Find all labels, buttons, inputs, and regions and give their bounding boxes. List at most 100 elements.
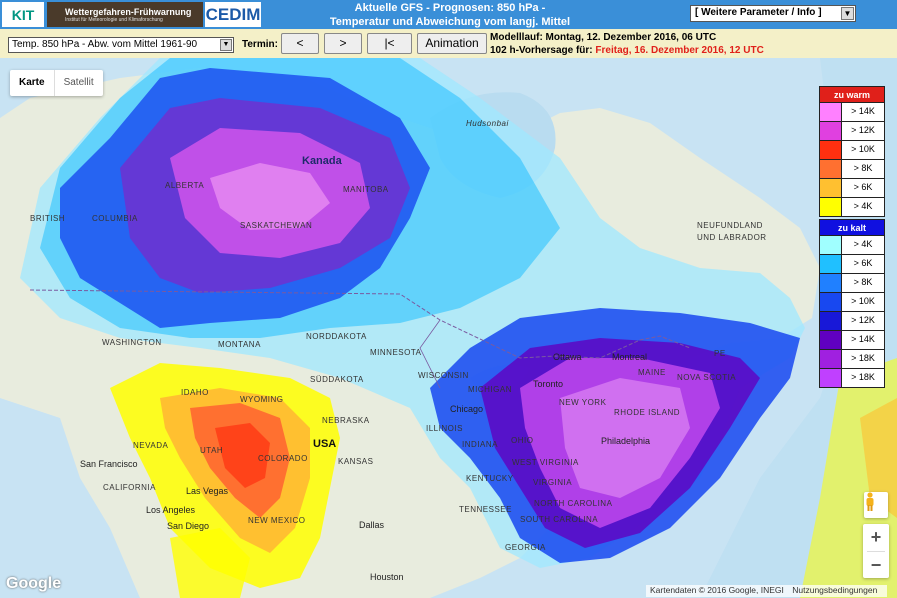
chevron-down-icon[interactable]: ▼	[841, 7, 854, 20]
legend-cold-row: > 10K	[819, 293, 885, 312]
map-label-montana: MONTANA	[218, 340, 261, 349]
legend-cold-row: > 12K	[819, 312, 885, 331]
map-label-saskatchewan: SASKATCHEWAN	[240, 221, 313, 230]
legend-warm-row: > 8K	[819, 160, 885, 179]
legend: zu warm > 14K > 12K > 10K > 8K > 6K > 4K zu k…	[819, 86, 885, 388]
map-label-bc2: COLUMBIA	[92, 214, 138, 223]
first-button[interactable]: |<	[367, 33, 412, 54]
header-bar: KIT Wettergefahren-Frühwarnung Institut …	[0, 0, 897, 29]
legend-warm-swatch	[820, 141, 842, 159]
kit-logo[interactable]: KIT	[2, 2, 44, 27]
attribution-text: Kartendaten © 2016 Google, INEGI	[650, 585, 784, 595]
parameter-select[interactable]: [ Weitere Parameter / Info ] ▼	[690, 5, 856, 22]
animation-button[interactable]: Animation	[417, 33, 487, 54]
map-label-newfoundland2: UND LABRADOR	[697, 233, 767, 242]
legend-warm-swatch	[820, 160, 842, 178]
legend-cold-swatch	[820, 274, 842, 292]
map-label-newmexico: NEW MEXICO	[248, 516, 306, 525]
termin-label: Termin:	[242, 39, 278, 50]
terms-link[interactable]: Nutzungsbedingungen	[792, 585, 877, 595]
legend-cold-row: > 4K	[819, 236, 885, 255]
legend-warm-row: > 14K	[819, 103, 885, 122]
legend-warm-swatch	[820, 198, 842, 216]
legend-warm-label: > 10K	[851, 144, 875, 154]
legend-warm-label: > 12K	[851, 125, 875, 135]
model-run-text: Modelllauf: Montag, 12. Dezember 2016, 0…	[490, 32, 717, 43]
zoom-control: + −	[863, 524, 889, 578]
forecast-text: 102 h-Vorhersage für: Freitag, 16. Dezem…	[490, 45, 764, 56]
map-label-kentucky: KENTUCKY	[466, 474, 514, 483]
map-label-rhodeisland: RHODE ISLAND	[614, 408, 681, 417]
map-label-sanfrancisco: San Francisco	[80, 459, 138, 469]
map-label-hudson: Hudsonbai	[466, 119, 509, 128]
map-label-houston: Houston	[370, 572, 404, 582]
wettergefahren-logo-title: Wettergefahren-Frühwarnung	[65, 6, 192, 17]
map-label-nebraska: NEBRASKA	[322, 416, 370, 425]
kit-logo-text: KIT	[11, 6, 35, 23]
street-view-pegman-icon[interactable]	[864, 492, 888, 518]
google-logo[interactable]: Google	[6, 575, 61, 593]
zoom-in-button[interactable]: +	[863, 524, 889, 551]
toolbar: Temp. 850 hPa - Abw. vom Mittel 1961-90 …	[0, 29, 897, 58]
legend-warm-title: zu warm	[819, 86, 885, 103]
legend-cold-row: > 18K	[819, 369, 885, 388]
legend-cold-label: > 18K	[851, 353, 875, 363]
map-type-control: Karte Satellit	[10, 70, 103, 96]
cedim-logo[interactable]: CEDIM	[205, 2, 261, 27]
map-label-sandiego: San Diego	[167, 521, 210, 531]
map-label-ottawa: Ottawa	[553, 352, 582, 362]
legend-cold-label: > 8K	[853, 277, 873, 287]
map-label-maine: MAINE	[638, 368, 666, 377]
map-label-pe: PE	[714, 349, 726, 358]
zoom-out-button[interactable]: −	[863, 552, 889, 579]
map-type-karte-button[interactable]: Karte	[10, 70, 54, 96]
map-label-montreal: Montreal	[612, 352, 648, 362]
legend-cold-swatch	[820, 312, 842, 330]
pegman-icon	[866, 492, 874, 511]
legend-warm-swatch	[820, 122, 842, 140]
page-title-line2: Temperatur und Abweichung vom langj. Mit…	[329, 16, 571, 28]
legend-warm-label: > 4K	[853, 201, 873, 211]
map-label-california: CALIFORNIA	[103, 483, 157, 492]
legend-warm-list: > 14K > 12K > 10K > 8K > 6K > 4K	[819, 103, 885, 217]
next-button[interactable]: >	[324, 33, 362, 54]
legend-cold-swatch	[820, 350, 842, 368]
map-canvas[interactable]: Kanada USA ALBERTA MANITOBA SASKATCHEWAN…	[0, 58, 897, 598]
legend-warm-row: > 4K	[819, 198, 885, 217]
map-label-northcarolina: NORTH CAROLINA	[534, 499, 613, 508]
map-label-tennessee: TENNESSEE	[459, 505, 512, 514]
map-label-usa: USA	[313, 438, 337, 450]
legend-warm-row: > 6K	[819, 179, 885, 198]
map-label-suddakota: SÜDDAKOTA	[310, 375, 364, 384]
map-label-losangeles: Los Angeles	[146, 505, 196, 515]
legend-cold-row: > 14K	[819, 331, 885, 350]
legend-warm-row: > 12K	[819, 122, 885, 141]
legend-warm-label: > 6K	[853, 182, 873, 192]
legend-cold-swatch	[820, 331, 842, 349]
map-label-newyork: NEW YORK	[559, 398, 607, 407]
map-label-novascotia: NOVA SCOTIA	[677, 373, 737, 382]
wettergefahren-logo-subtitle: Institut für Meteorologie und Klimaforsc…	[65, 16, 163, 23]
wettergefahren-logo[interactable]: Wettergefahren-Frühwarnung Institut für …	[47, 2, 203, 27]
map-label-utah: UTAH	[200, 446, 224, 455]
map-label-bc1: BRITISH	[30, 214, 66, 223]
legend-cold-label: > 12K	[851, 315, 875, 325]
map-label-dallas: Dallas	[359, 520, 385, 530]
legend-cold-row: > 6K	[819, 255, 885, 274]
map-type-satellit-button[interactable]: Satellit	[53, 70, 103, 96]
chevron-down-icon[interactable]: ▼	[220, 39, 232, 51]
map-label-norddakota: NORDDAKOTA	[306, 332, 367, 341]
variable-select-value: Temp. 850 hPa - Abw. vom Mittel 1961-90	[12, 39, 198, 50]
variable-select[interactable]: Temp. 850 hPa - Abw. vom Mittel 1961-90 …	[8, 37, 234, 53]
map-label-alberta: ALBERTA	[165, 181, 205, 190]
prev-button[interactable]: <	[281, 33, 319, 54]
logo-group: KIT Wettergefahren-Frühwarnung Institut …	[0, 0, 261, 29]
legend-cold-list: > 4K > 6K > 8K > 10K > 12K > 14K > 18K > 18K	[819, 236, 885, 388]
map-background	[0, 58, 897, 598]
map-label-manitoba: MANITOBA	[343, 185, 389, 194]
map-label-colorado: COLORADO	[258, 454, 308, 463]
map-label-indiana: INDIANA	[462, 440, 498, 449]
map-label-kansas: KANSAS	[338, 457, 374, 466]
map-label-lasvegas: Las Vegas	[186, 486, 229, 496]
legend-cold-row: > 18K	[819, 350, 885, 369]
